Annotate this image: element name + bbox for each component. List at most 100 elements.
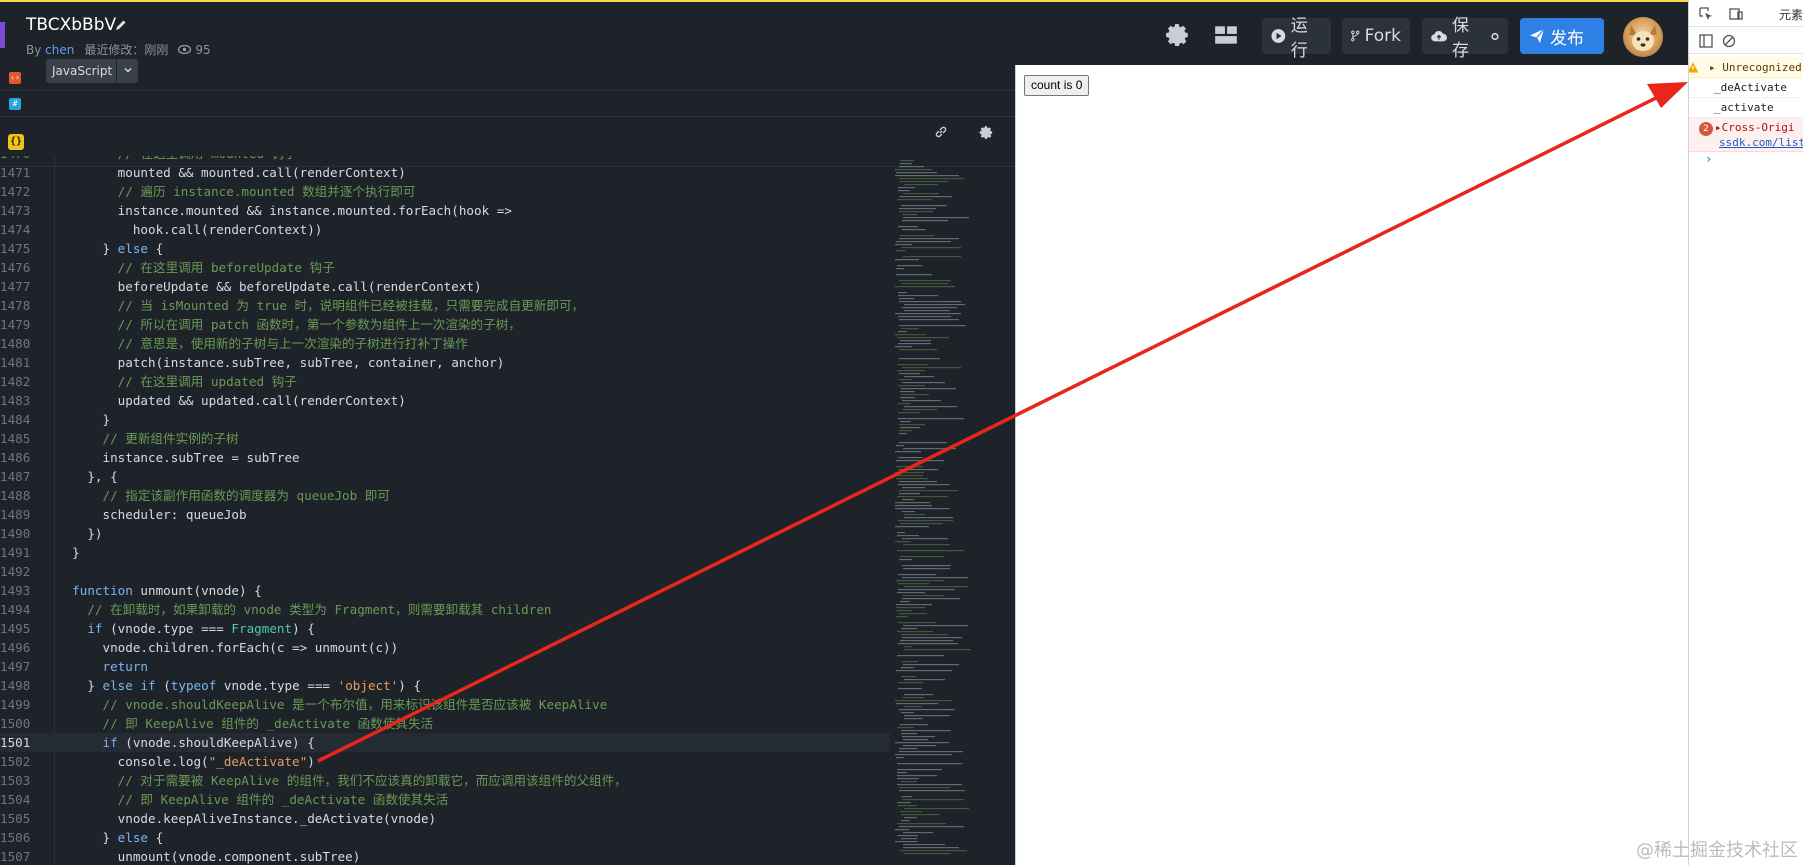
minimap-line: [897, 199, 932, 201]
minimap-line: [898, 292, 907, 294]
code-line[interactable]: 1476 // 在这里调用 beforeUpdate 钩子: [0, 258, 890, 277]
code-line[interactable]: 1471 mounted && mounted.call(renderConte…: [0, 163, 890, 182]
code-line[interactable]: 1497 return: [0, 657, 890, 676]
author-prefix: By: [26, 42, 42, 57]
chevron-right-icon[interactable]: ›: [1705, 152, 1712, 166]
code-line[interactable]: 1507 unmount(vnode.component.subTree): [0, 847, 890, 865]
css-panel-strip[interactable]: #: [0, 91, 1015, 117]
minimap-line: [899, 433, 907, 435]
code-line[interactable]: 1488 // 指定该副作用函数的调度器为 queueJob 即可: [0, 486, 890, 505]
minimap-line: [897, 823, 946, 825]
code-line[interactable]: 1498 } else if (typeof vnode.type === 'o…: [0, 676, 890, 695]
tab-elements[interactable]: 元素: [1779, 6, 1803, 23]
minimap-line: [899, 826, 964, 828]
minimap-line: [904, 310, 950, 312]
avatar[interactable]: [1623, 17, 1663, 57]
fork-icon: [1351, 30, 1360, 42]
minimap-line: [899, 559, 912, 561]
code-line[interactable]: 1490 }): [0, 524, 890, 543]
minimap-line: [899, 373, 920, 375]
console-warning[interactable]: ▸ Unrecognized: [1689, 57, 1803, 78]
code-line[interactable]: 1491 }: [0, 543, 890, 562]
save-button[interactable]: 保存: [1422, 16, 1508, 61]
code-line[interactable]: 1496 vnode.children.forEach(c => unmount…: [0, 638, 890, 657]
minimap-line: [901, 205, 947, 207]
count-button[interactable]: count is 0: [1024, 75, 1090, 96]
code-editor[interactable]: 1470 // 在这里调用 mounted 钩子1471 mounted && …: [0, 156, 890, 865]
code-line[interactable]: 1473 instance.mounted && instance.mounte…: [0, 201, 890, 220]
author-link[interactable]: chen: [45, 43, 74, 57]
code-line[interactable]: 1474 hook.call(renderContext)): [0, 220, 890, 239]
minimap-line: [898, 412, 920, 414]
code-line[interactable]: 1475 } else {: [0, 239, 890, 258]
line-number: 1505: [0, 811, 31, 826]
clear-icon[interactable]: [1722, 34, 1736, 48]
minimap-line: [899, 196, 952, 198]
minimap-line: [904, 649, 971, 651]
code-line[interactable]: 1486 instance.subTree = subTree: [0, 448, 890, 467]
code-line[interactable]: 1489 scheduler: queueJob: [0, 505, 890, 524]
line-number: 1483: [0, 393, 31, 408]
project-title[interactable]: TBCXbBbV: [26, 15, 116, 35]
code-line[interactable]: 1500 // 即 KeepAlive 组件的 _deActivate 函数使其…: [0, 714, 890, 733]
minimap-line: [904, 304, 965, 306]
code-line[interactable]: 1487 }, {: [0, 467, 890, 486]
code-text: if (vnode.type === Fragment) {: [87, 621, 315, 636]
device-icon[interactable]: [1729, 7, 1743, 21]
layout-icon[interactable]: [1213, 22, 1239, 48]
minimap-line: [899, 442, 947, 444]
code-line[interactable]: 1479 // 所以在调用 patch 函数时，第一个参数为组件上一次渲染的子树…: [0, 315, 890, 334]
code-line[interactable]: 1481 patch(instance.subTree, subTree, co…: [0, 353, 890, 372]
code-line[interactable]: 1470 // 在这里调用 mounted 钩子: [0, 156, 890, 163]
code-text: // 遍历 instance.mounted 数组并逐个执行即可: [57, 184, 416, 199]
minimap-line: [896, 466, 923, 468]
code-text: // 即 KeepAlive 组件的 _deActivate 函数使其失活: [57, 792, 449, 807]
line-number: 1500: [0, 716, 31, 731]
code-line[interactable]: 1483 updated && updated.call(renderConte…: [0, 391, 890, 410]
html-panel-strip[interactable]: ‹›: [0, 65, 1015, 91]
pencil-icon[interactable]: [114, 18, 128, 32]
publish-button[interactable]: 发布: [1520, 18, 1604, 54]
language-select[interactable]: JavaScript: [46, 59, 138, 83]
minimap-line: [903, 544, 950, 546]
code-line[interactable]: 1472 // 遍历 instance.mounted 数组并逐个执行即可: [0, 182, 890, 201]
minimap[interactable]: [893, 156, 1003, 865]
code-line[interactable]: 1477 beforeUpdate && beforeUpdate.call(r…: [0, 277, 890, 296]
code-line[interactable]: 1495 if (vnode.type === Fragment) {: [0, 619, 890, 638]
line-number: 1504: [0, 792, 31, 807]
last-modified: 最近修改：刚刚: [84, 43, 169, 57]
minimap-line: [898, 574, 936, 576]
editor-settings-icon[interactable]: [979, 125, 994, 140]
minimap-line: [903, 193, 939, 195]
code-line[interactable]: 1485 // 更新组件实例的子树: [0, 429, 890, 448]
code-line[interactable]: 1484 }: [0, 410, 890, 429]
line-number: 1488: [0, 488, 31, 503]
gear-icon[interactable]: [1165, 22, 1191, 48]
minimap-line: [900, 421, 911, 423]
code-line[interactable]: 1478 // 当 isMounted 为 true 时，说明组件已经被挂载，只…: [0, 296, 890, 315]
minimap-line: [904, 817, 917, 819]
code-line[interactable]: 1482 // 在这里调用 updated 钩子: [0, 372, 890, 391]
sidebar-toggle-icon[interactable]: [1699, 34, 1713, 48]
inspect-icon[interactable]: [1699, 7, 1713, 21]
code-line[interactable]: 1506 } else {: [0, 828, 890, 847]
code-line[interactable]: 1493 function unmount(vnode) {: [0, 581, 890, 600]
error-source-link[interactable]: ssdk.com/list: [1719, 136, 1803, 149]
link-icon[interactable]: [934, 125, 948, 139]
code-line[interactable]: 1499 // vnode.shouldKeepAlive 是一个布尔值，用来标…: [0, 695, 890, 714]
code-line[interactable]: 1503 // 对于需要被 KeepAlive 的组件，我们不应该真的卸载它，而…: [0, 771, 890, 790]
code-text: } else {: [57, 241, 164, 256]
run-button[interactable]: 运行: [1262, 16, 1331, 61]
code-line[interactable]: 1494 // 在卸载时，如果卸载的 vnode 类型为 Fragment，则需…: [0, 600, 890, 619]
code-line[interactable]: 1505 vnode.keepAliveInstance._deActivate…: [0, 809, 890, 828]
code-line[interactable]: 1504 // 即 KeepAlive 组件的 _deActivate 函数使其…: [0, 790, 890, 809]
minimap-line: [903, 664, 959, 666]
code-line[interactable]: 1502 console.log("_deActivate"): [0, 752, 890, 771]
code-line[interactable]: 1480 // 意思是，使用新的子树与上一次渲染的子树进行打补丁操作: [0, 334, 890, 353]
console-error[interactable]: 2 ▸Cross-Origi ssdk.com/list: [1689, 118, 1803, 152]
fork-button[interactable]: Fork: [1342, 18, 1410, 54]
save-settings-icon[interactable]: [1491, 32, 1499, 41]
console-toolbar: top: [1689, 27, 1803, 73]
code-line[interactable]: 1492: [0, 562, 890, 581]
code-line[interactable]: 1501 if (vnode.shouldKeepAlive) {: [0, 733, 890, 752]
